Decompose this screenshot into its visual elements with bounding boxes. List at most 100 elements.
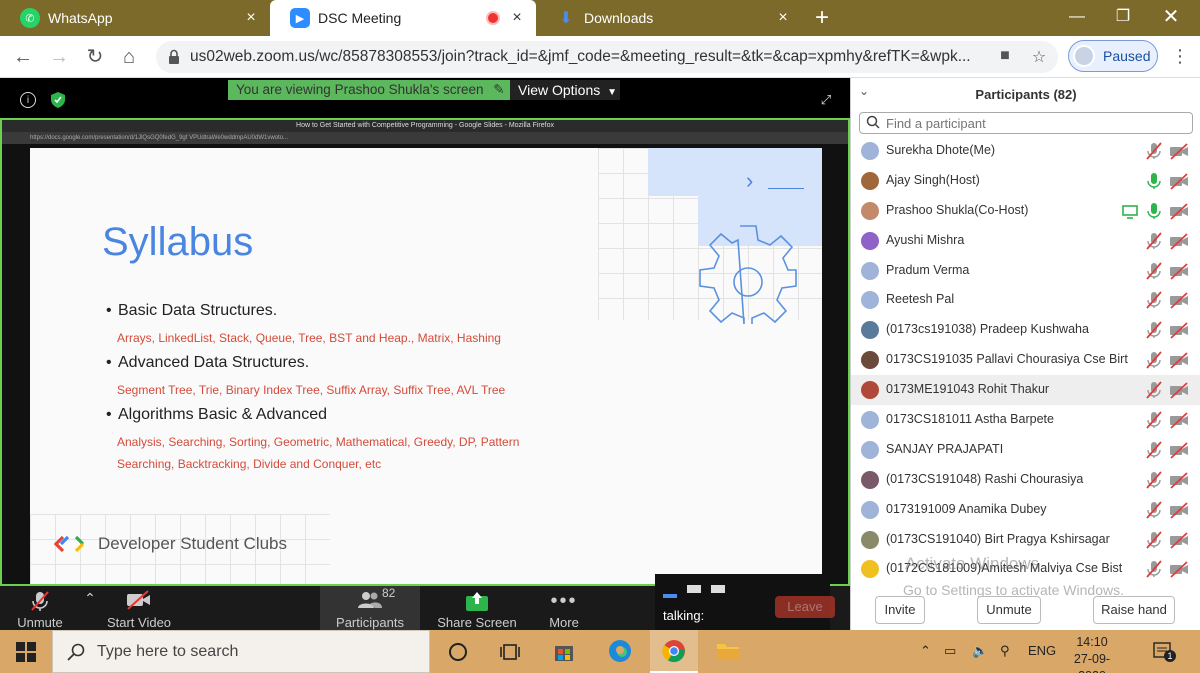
bullet-detail: Analysis, Searching, Sorting, Geometric,… [117, 435, 520, 449]
chrome-icon[interactable] [650, 630, 698, 673]
participant-row[interactable]: 0173CS181011 Astha Barpete [851, 405, 1200, 435]
participant-name: (0173CS191048) Rashi Chourasiya [886, 471, 1084, 486]
tray-chevron-icon[interactable]: ⌃ [920, 643, 931, 659]
participant-name: (0173cs191038) Pradeep Kushwaha [886, 322, 1089, 337]
back-icon[interactable]: ← [8, 42, 38, 72]
mic-muted-icon [1146, 232, 1162, 250]
video-off-icon [1170, 352, 1188, 369]
mic-muted-icon [1146, 411, 1162, 429]
mic-muted-icon [1146, 560, 1162, 579]
participant-row[interactable]: 0173191009 Anamika Dubey [851, 495, 1200, 525]
participant-row[interactable]: 0173ME191043 Rohit Thakur [851, 375, 1200, 406]
participant-row[interactable]: Reetesh Pal [851, 285, 1200, 315]
more-button[interactable]: ••• More [534, 586, 594, 630]
forward-icon[interactable]: → [44, 42, 74, 72]
file-explorer-icon[interactable] [704, 630, 752, 673]
tab-whatsapp[interactable]: ✆ WhatsApp × [0, 0, 270, 36]
unmute-all-button[interactable]: Unmute [977, 596, 1041, 624]
tab-label: WhatsApp [48, 10, 113, 26]
participant-search-input[interactable] [886, 115, 1186, 132]
tab-dsc-meeting[interactable]: ▶ DSC Meeting × [270, 0, 536, 36]
cortana-icon[interactable] [434, 630, 482, 673]
close-icon[interactable]: × [508, 9, 526, 27]
desktop-screen: ✆ WhatsApp × ▶ DSC Meeting × ⬇ Downloads… [0, 0, 1200, 673]
participant-row[interactable]: Pradum Verma [851, 256, 1200, 286]
participant-row[interactable]: Ayushi Mishra [851, 226, 1200, 256]
leave-button[interactable]: Leave [775, 596, 835, 618]
taskbar-search[interactable]: Type here to search [52, 630, 430, 673]
notification-icon[interactable]: 1 [1152, 640, 1176, 662]
network-icon[interactable]: ▭ [944, 643, 956, 659]
participants-label: Participants [336, 615, 404, 630]
start-button[interactable] [0, 630, 52, 673]
bookmark-star-icon[interactable]: ☆ [1028, 47, 1050, 67]
avatar [861, 560, 879, 579]
slide-title: Syllabus [102, 220, 254, 264]
participant-row[interactable]: 0173CS191035 Pallavi Chourasiya Cse Birt [851, 345, 1200, 375]
clock-date: 27-09-2020 [1073, 652, 1111, 673]
participant-row[interactable]: (0173cs191038) Pradeep Kushwaha [851, 315, 1200, 345]
start-video-button[interactable]: Start Video [104, 586, 174, 630]
pin-icon: ✎ [493, 82, 505, 97]
mic-muted-icon [1146, 530, 1162, 549]
activation-watermark: Activate Windows [905, 554, 1040, 573]
participant-search[interactable] [859, 112, 1193, 134]
minimize-icon[interactable]: — [1054, 0, 1100, 36]
shield-icon[interactable] [50, 92, 66, 108]
view-options-button[interactable]: View Options ▼ [510, 80, 620, 100]
zoom-icon: ▶ [290, 8, 310, 28]
profile-button[interactable]: Paused [1068, 40, 1158, 72]
bullet-heading: • Basic Data Structures. [106, 302, 277, 320]
whatsapp-icon: ✆ [20, 8, 40, 28]
participant-name: Prashoo Shukla(Co-Host) [886, 202, 1029, 217]
browser-toolbar: ← → ↻ ⌂ us02web.zoom.us/wc/85878308553/j… [0, 36, 1200, 78]
wifi-icon[interactable]: ⚲ [1000, 643, 1010, 659]
chevron-up-icon[interactable]: ⌃ [80, 586, 100, 630]
close-icon[interactable]: × [774, 9, 792, 27]
raise-hand-button[interactable]: Raise hand [1093, 596, 1175, 624]
avatar [861, 440, 879, 459]
reload-icon[interactable]: ↻ [80, 42, 110, 72]
info-icon[interactable]: i [20, 92, 36, 108]
avatar [861, 381, 879, 400]
video-off-icon [1170, 322, 1188, 340]
participant-row[interactable]: Ajay Singh(Host) [851, 166, 1200, 196]
camera-blocked-icon[interactable]: ■ [994, 47, 1016, 67]
participant-row[interactable]: Surekha Dhote(Me) [851, 136, 1200, 166]
store-icon[interactable] [540, 630, 588, 673]
meeting-controls: Unmute ⌃ Start Video 82 Participants Sha… [0, 574, 850, 630]
close-window-icon[interactable]: ✕ [1148, 0, 1194, 36]
volume-icon[interactable]: 🔈 [972, 643, 988, 659]
close-icon[interactable]: × [242, 9, 260, 27]
participant-row[interactable]: (0173CS191048) Rashi Chourasiya [851, 465, 1200, 495]
edge-icon[interactable] [596, 630, 644, 673]
tab-downloads[interactable]: ⬇ Downloads × [536, 0, 802, 36]
windows-taskbar: Type here to search ⌃ ▭ 🔈 ⚲ ENG 14:10 27… [0, 630, 1200, 673]
fullscreen-icon[interactable]: ⤢ [818, 92, 834, 108]
unmute-button[interactable]: Unmute [10, 586, 70, 630]
video-off-icon [1170, 531, 1188, 549]
task-view-icon[interactable] [486, 630, 534, 673]
share-screen-button[interactable]: Share Screen [432, 586, 522, 630]
menu-icon[interactable]: ⋮ [1170, 46, 1190, 67]
participant-row[interactable]: (0173CS191040) Birt Pragya Kshirsagar [851, 525, 1200, 555]
video-off-icon [1170, 502, 1188, 519]
clock[interactable]: 14:10 27-09-2020 [1062, 634, 1122, 673]
language-indicator[interactable]: ENG [1028, 643, 1056, 658]
participant-row[interactable]: SANJAY PRAJAPATI [851, 435, 1200, 465]
restore-icon[interactable]: ❐ [1100, 0, 1146, 36]
participant-row[interactable]: Prashoo Shukla(Co-Host) [851, 196, 1200, 226]
layout-icons[interactable] [663, 580, 735, 598]
new-tab-button[interactable]: + [808, 4, 836, 32]
bullet-dot: • [106, 354, 112, 371]
chevron-up-glyph: ⌃ [84, 590, 96, 606]
avatar [861, 321, 879, 340]
invite-button[interactable]: Invite [875, 596, 925, 624]
video-off-icon [1170, 173, 1188, 190]
notification-badge: 1 [1164, 650, 1176, 662]
address-bar[interactable]: us02web.zoom.us/wc/85878308553/join?trac… [156, 41, 1058, 73]
participants-button[interactable]: 82 Participants [320, 586, 420, 630]
video-off-icon [1170, 233, 1188, 250]
home-icon[interactable]: ⌂ [114, 42, 144, 72]
participant-name: 0173CS191035 Pallavi Chourasiya Cse Birt [886, 352, 1128, 367]
